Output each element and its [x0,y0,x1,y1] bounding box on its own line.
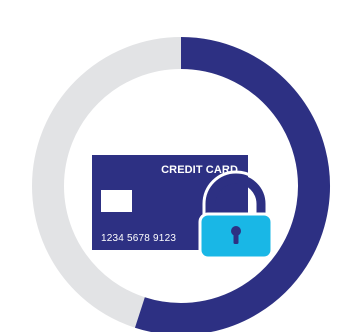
card-number: 1234 5678 9123 [101,233,176,244]
credit-card-security-illustration: CREDIT CARD 1234 5678 9123 [32,37,330,332]
card-chip-icon [101,190,132,212]
keyhole-stem [233,231,239,244]
